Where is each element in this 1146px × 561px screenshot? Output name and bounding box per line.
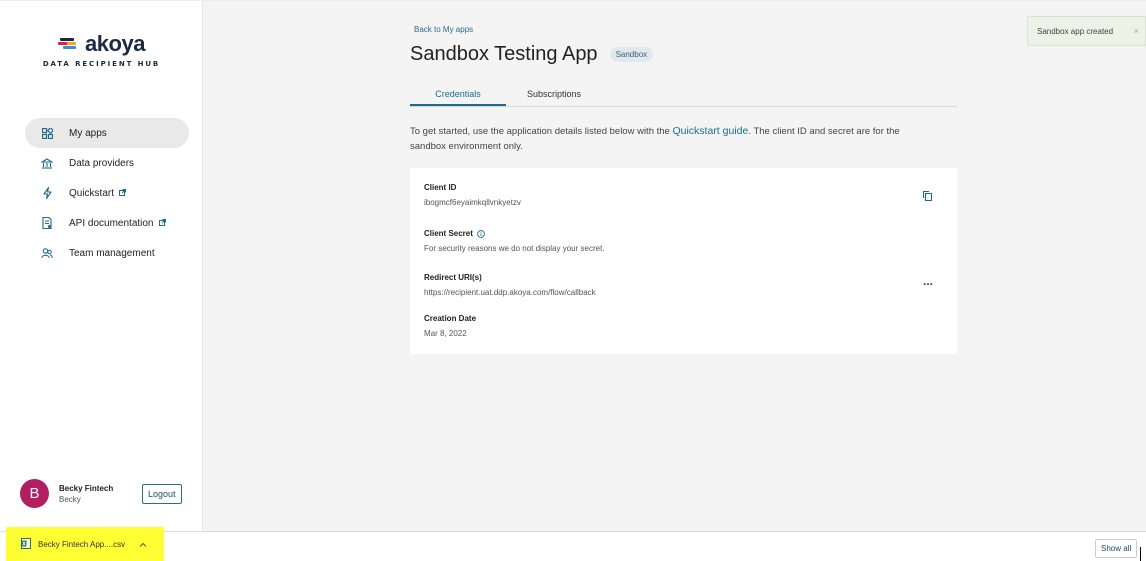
bank-icon bbox=[25, 157, 69, 169]
client-secret-note: For security reasons we do not display y… bbox=[424, 244, 605, 253]
info-icon[interactable] bbox=[477, 229, 485, 238]
creation-date-value: Mar 8, 2022 bbox=[424, 329, 467, 338]
download-bar: Becky Fintech App....csv Show all bbox=[0, 527, 1146, 561]
team-icon bbox=[25, 247, 69, 259]
environment-badge: Sandbox bbox=[609, 47, 654, 62]
show-all-button[interactable]: Show all bbox=[1095, 539, 1138, 558]
sidebar-item-quickstart[interactable]: Quickstart bbox=[25, 178, 189, 208]
tab-credentials[interactable]: Credentials bbox=[410, 81, 506, 106]
sidebar-item-my-apps[interactable]: My apps bbox=[25, 118, 189, 148]
sidebar-item-api-documentation[interactable]: API documentation bbox=[25, 208, 189, 238]
sidebar-nav: My apps Data providers Quickstart API do… bbox=[25, 118, 189, 268]
client-secret-label-row: Client Secret bbox=[424, 229, 605, 238]
creation-date-field: Creation Date Mar 8, 2022 bbox=[424, 314, 476, 338]
toast-message: Sandbox app created bbox=[1037, 26, 1114, 36]
download-file-name: Becky Fintech App....csv bbox=[38, 539, 126, 549]
document-icon bbox=[25, 217, 69, 229]
sidebar-item-team-management[interactable]: Team management bbox=[25, 238, 189, 268]
brand-name: akoya bbox=[85, 31, 145, 56]
sidebar-item-label: API documentation bbox=[69, 217, 154, 229]
credentials-card: Client ID ibogmcf6eyaimkqllvnkyetzv Clie… bbox=[410, 168, 957, 354]
close-icon[interactable]: × bbox=[1134, 26, 1139, 36]
chevron-up-icon[interactable] bbox=[139, 540, 147, 549]
user-organization: Becky bbox=[59, 494, 81, 504]
sidebar-item-data-providers[interactable]: Data providers bbox=[25, 148, 189, 178]
client-id-label: Client ID bbox=[424, 183, 457, 192]
client-secret-field: Client Secret For security reasons we do… bbox=[424, 229, 605, 253]
client-id-field: Client ID ibogmcf6eyaimkqllvnkyetzv bbox=[424, 183, 521, 207]
intro-text-before: To get started, use the application deta… bbox=[410, 126, 673, 137]
csv-file-icon bbox=[21, 537, 31, 551]
more-options-button[interactable]: ... bbox=[923, 274, 933, 288]
brand-logo[interactable]: akoya DATA RECIPIENT HUB bbox=[0, 31, 203, 68]
lightning-icon bbox=[25, 187, 69, 199]
user-info: Becky Fintech Becky bbox=[59, 484, 142, 504]
tab-bar: Credentials Subscriptions bbox=[410, 81, 957, 107]
mouse-cursor bbox=[1140, 547, 1141, 561]
sidebar: akoya DATA RECIPIENT HUB My apps Data pr… bbox=[0, 0, 203, 531]
logout-button[interactable]: Logout bbox=[142, 483, 182, 504]
client-secret-label: Client Secret bbox=[424, 229, 473, 238]
page-header: Sandbox Testing App Sandbox bbox=[410, 43, 654, 66]
redirect-uri-field: Redirect URI(s) https://recipient.uat.dd… bbox=[424, 273, 596, 297]
back-to-my-apps-link[interactable]: Back to My apps bbox=[414, 25, 473, 34]
sidebar-item-label: Data providers bbox=[69, 157, 135, 169]
user-panel: B Becky Fintech Becky Logout bbox=[20, 479, 182, 508]
sidebar-item-label: My apps bbox=[69, 127, 107, 139]
external-link-icon bbox=[158, 218, 166, 228]
external-link-icon bbox=[119, 188, 127, 198]
sidebar-item-label: Team management bbox=[69, 247, 155, 259]
redirect-uri-label: Redirect URI(s) bbox=[424, 273, 482, 282]
tab-subscriptions[interactable]: Subscriptions bbox=[506, 81, 602, 106]
client-id-value[interactable]: ibogmcf6eyaimkqllvnkyetzv bbox=[424, 198, 521, 207]
quickstart-guide-link[interactable]: Quickstart guide bbox=[672, 125, 748, 137]
toast-notification: Sandbox app created × bbox=[1027, 16, 1146, 46]
copy-icon[interactable] bbox=[922, 188, 933, 206]
page-title: Sandbox Testing App bbox=[410, 43, 598, 65]
brand-subtitle: DATA RECIPIENT HUB bbox=[42, 60, 161, 68]
download-item[interactable]: Becky Fintech App....csv bbox=[6, 527, 164, 561]
redirect-uri-value[interactable]: https://recipient.uat.ddp.akoya.com/flow… bbox=[424, 288, 596, 297]
sidebar-item-label: Quickstart bbox=[69, 187, 115, 199]
avatar[interactable]: B bbox=[20, 479, 49, 508]
akoya-logo-mark-icon bbox=[58, 37, 82, 51]
creation-date-label: Creation Date bbox=[424, 314, 477, 323]
user-name: Becky Fintech bbox=[59, 483, 114, 493]
apps-icon bbox=[25, 127, 69, 139]
intro-text: To get started, use the application deta… bbox=[410, 124, 930, 154]
main-content: Back to My apps Sandbox Testing App Sand… bbox=[204, 0, 1146, 531]
